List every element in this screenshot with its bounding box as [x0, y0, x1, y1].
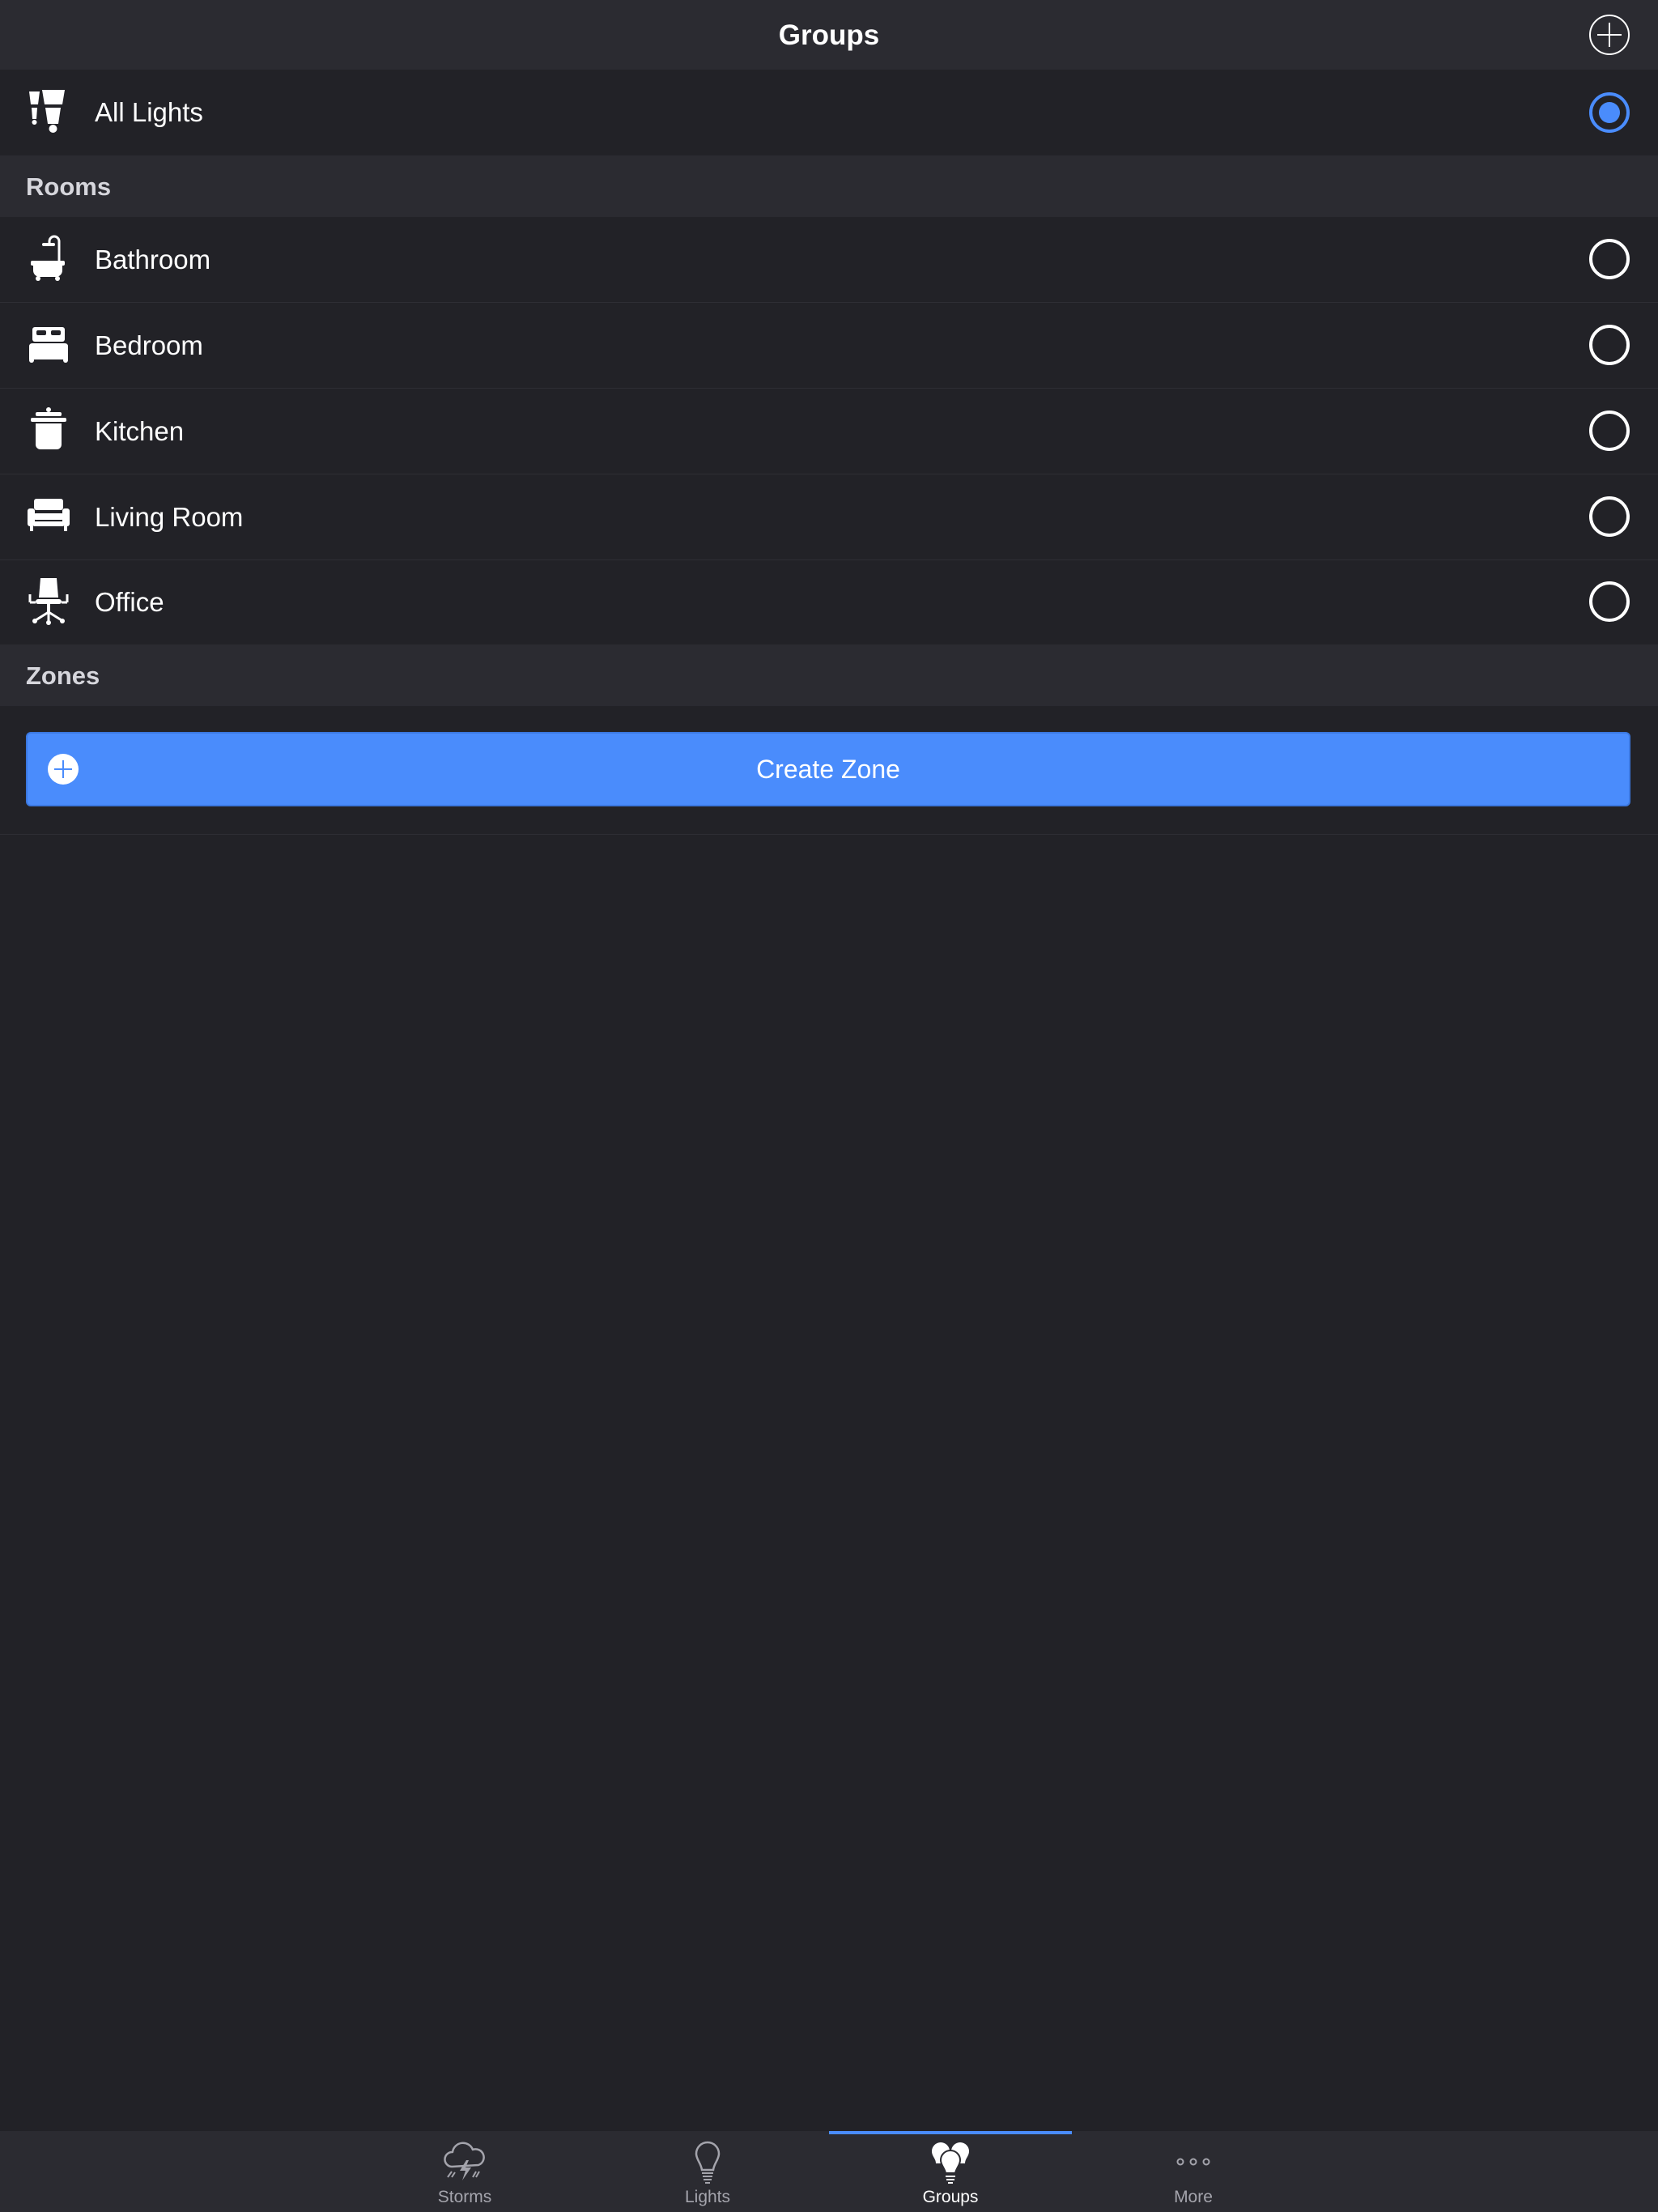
tab-label: Groups	[922, 2188, 979, 2206]
tab-label: Lights	[684, 2188, 731, 2206]
zones-section-label: Zones	[26, 661, 100, 690]
create-zone-button[interactable]: Create Zone	[26, 732, 1630, 806]
room-label: Office	[95, 587, 164, 617]
create-zone-label: Create Zone	[756, 755, 900, 784]
all-lights-label: All Lights	[95, 97, 203, 127]
room-row-bedroom[interactable]: Bedroom	[0, 303, 1658, 388]
rooms-section-header: Rooms	[0, 155, 1658, 217]
sofa-icon	[28, 499, 70, 531]
radio-unselected-icon[interactable]	[1588, 410, 1630, 452]
bed-icon	[29, 327, 68, 363]
row-divider	[0, 834, 1658, 835]
room-label: Bathroom	[95, 245, 211, 274]
radio-selected-icon[interactable]	[1588, 91, 1630, 134]
rooms-section-label: Rooms	[26, 172, 112, 201]
bulb-group-icon	[932, 2142, 969, 2184]
page-title: Groups	[778, 19, 880, 51]
room-row-kitchen[interactable]: Kitchen	[0, 389, 1658, 474]
storm-cloud-icon	[444, 2142, 485, 2180]
radio-unselected-icon[interactable]	[1588, 238, 1630, 280]
tab-groups[interactable]: Groups	[829, 2131, 1072, 2212]
room-label: Kitchen	[95, 416, 185, 446]
tab-more[interactable]: More	[1072, 2131, 1315, 2212]
tab-label: Storms	[437, 2188, 492, 2206]
tab-lights[interactable]: Lights	[586, 2131, 829, 2212]
room-row-office[interactable]: Office	[0, 560, 1658, 644]
office-chair-icon	[28, 578, 69, 625]
more-dots-icon	[1176, 2158, 1210, 2166]
room-row-living-room[interactable]: Living Room	[0, 474, 1658, 559]
light-bulb-icon	[695, 2141, 721, 2184]
plus-circle-icon[interactable]	[1588, 14, 1630, 56]
room-label: Bedroom	[95, 330, 203, 360]
radio-unselected-icon[interactable]	[1588, 324, 1630, 366]
radio-unselected-icon[interactable]	[1588, 581, 1630, 623]
tab-storms[interactable]: Storms	[343, 2131, 586, 2212]
tab-bar: Storms Lights Groups More	[0, 2131, 1658, 2212]
room-label: Living Room	[95, 502, 244, 532]
tab-label: More	[1174, 2188, 1213, 2206]
room-row-bathroom[interactable]: Bathroom	[0, 217, 1658, 302]
pot-icon	[31, 407, 66, 449]
all-lights-row[interactable]: All Lights	[0, 70, 1658, 155]
lamps-icon	[29, 90, 65, 133]
navigation-bar: Groups	[0, 0, 1658, 70]
zones-section-header: Zones	[0, 644, 1658, 706]
bathtub-icon	[31, 235, 65, 281]
radio-unselected-icon[interactable]	[1588, 496, 1630, 538]
